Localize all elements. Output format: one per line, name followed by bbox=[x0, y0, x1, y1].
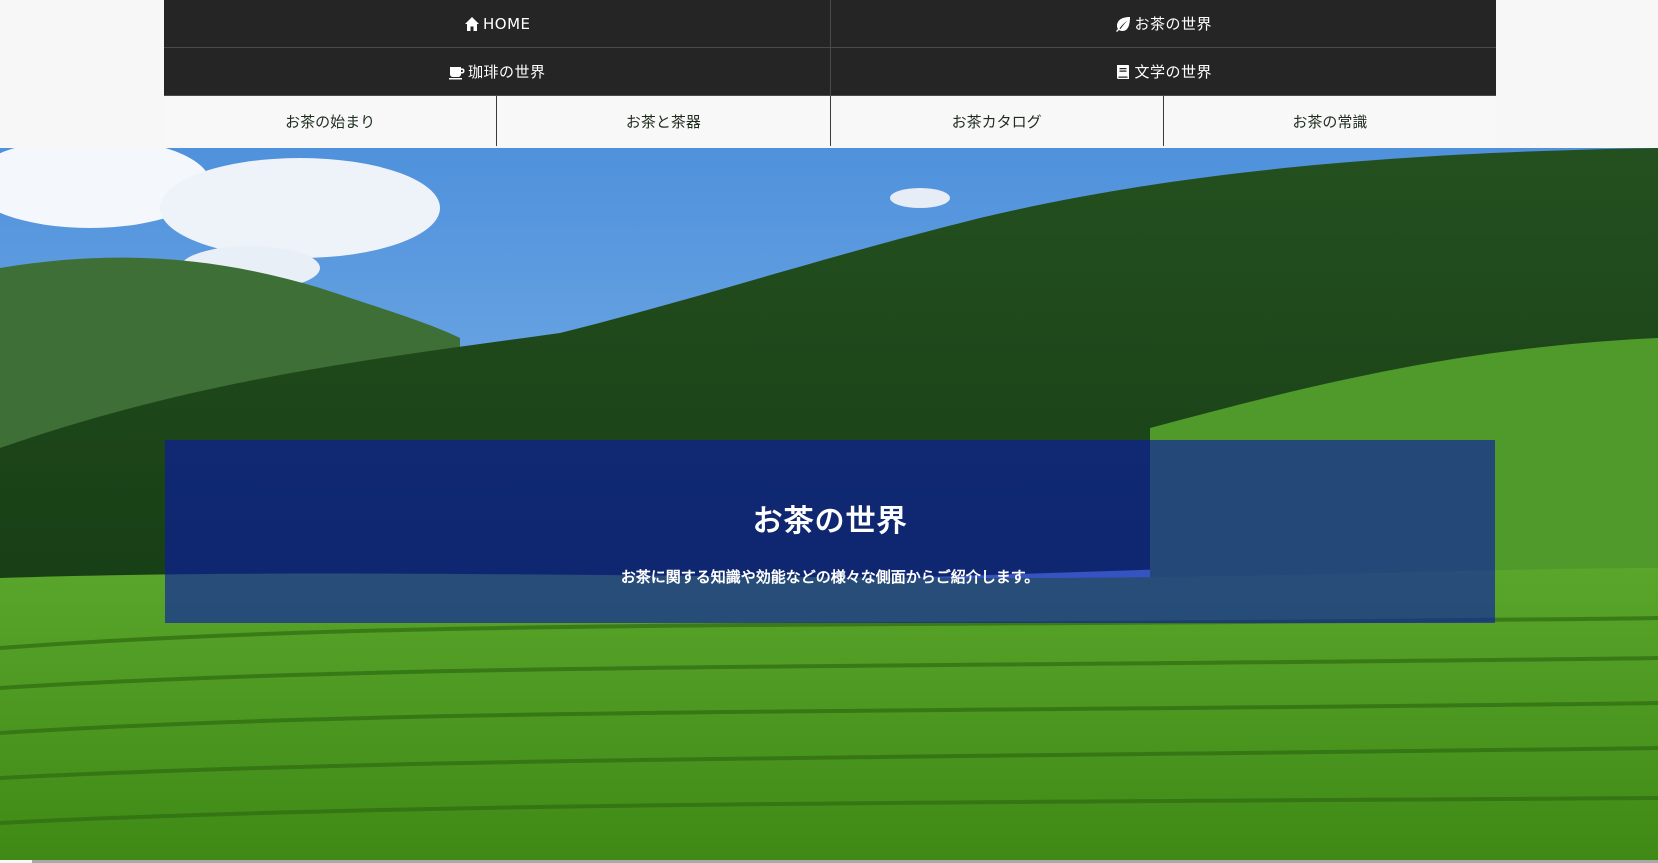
nav-home-label: HOME bbox=[482, 14, 531, 33]
hero-caption-panel: お茶の世界 お茶に関する知識や効能などの様々な側面からご紹介します。 bbox=[165, 440, 1495, 623]
nav-home-button[interactable]: HOME bbox=[164, 0, 830, 48]
nav-row-secondary: 珈琲の世界 文学の世界 bbox=[164, 48, 1496, 96]
nav-tea-world-label: お茶の世界 bbox=[1134, 15, 1212, 33]
mug-icon bbox=[448, 64, 466, 80]
nav-coffee-world-button[interactable]: 珈琲の世界 bbox=[164, 48, 830, 96]
nav-tea-world-button[interactable]: お茶の世界 bbox=[829, 0, 1496, 48]
main-navigation: HOME お茶の世界 珈琲の世界 文学の世界 お茶の始まり お茶と茶器 お茶カタ… bbox=[164, 0, 1496, 146]
hero-banner: お茶の世界 お茶に関する知識や効能などの様々な側面からご紹介します。 bbox=[0, 148, 1658, 860]
home-icon bbox=[463, 16, 481, 32]
subnav-tea-origin[interactable]: お茶の始まり bbox=[164, 96, 497, 146]
nav-literature-world-label: 文学の世界 bbox=[1134, 63, 1212, 81]
hero-title: お茶の世界 bbox=[752, 504, 908, 539]
nav-coffee-world-label: 珈琲の世界 bbox=[467, 63, 546, 81]
hero-subtitle: お茶に関する知識や効能などの様々な側面からご紹介します。 bbox=[620, 568, 1040, 586]
subnav-tea-common-knowledge[interactable]: お茶の常識 bbox=[1162, 96, 1496, 146]
nav-literature-world-button[interactable]: 文学の世界 bbox=[829, 48, 1496, 96]
subnav-tea-and-teaware[interactable]: お茶と茶器 bbox=[496, 96, 830, 146]
subnav-tea-catalog[interactable]: お茶カタログ bbox=[829, 96, 1163, 146]
subnav-row: お茶の始まり お茶と茶器 お茶カタログ お茶の常識 bbox=[164, 96, 1496, 146]
nav-row-primary: HOME お茶の世界 bbox=[164, 0, 1496, 48]
book-icon bbox=[1114, 64, 1132, 80]
leaf-icon bbox=[1114, 16, 1132, 32]
